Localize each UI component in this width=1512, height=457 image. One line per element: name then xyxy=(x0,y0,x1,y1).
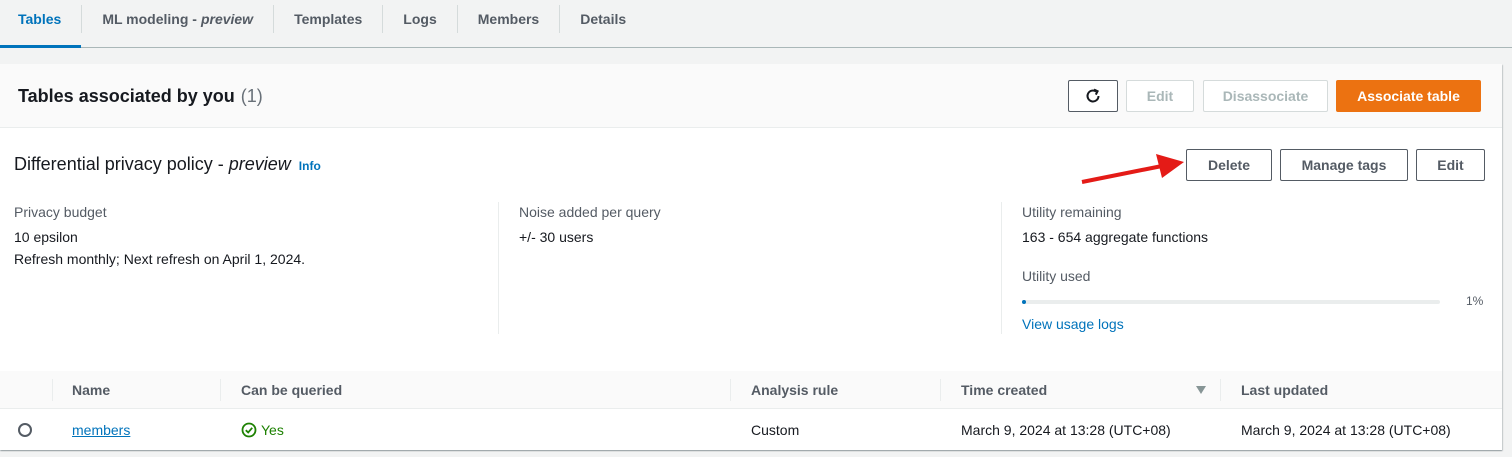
tab-ml-modeling-preview: preview xyxy=(200,11,254,27)
can-be-queried-cell: Yes xyxy=(241,422,284,438)
row-select-radio[interactable] xyxy=(18,423,32,437)
privacy-budget-amount: 10 epsilon xyxy=(14,229,78,245)
column-separator xyxy=(730,379,731,401)
column-header-time-created[interactable]: Time created xyxy=(961,382,1047,398)
column-separator xyxy=(220,379,221,401)
column-separator xyxy=(940,379,941,401)
utility-used-progress-bar xyxy=(1022,300,1440,304)
noise-section: Noise added per query +/- 30 users xyxy=(519,204,661,248)
tab-templates[interactable]: Templates xyxy=(274,0,382,38)
associate-table-button-label: Associate table xyxy=(1357,88,1460,104)
manage-tags-button-label: Manage tags xyxy=(1301,157,1387,173)
column-separator xyxy=(52,379,53,401)
tab-ml-modeling[interactable]: ML modeling - preview xyxy=(82,0,273,38)
analysis-rule-cell: Custom xyxy=(751,422,800,438)
column-header-name[interactable]: Name xyxy=(72,382,110,398)
can-be-queried-value: Yes xyxy=(261,422,284,438)
check-circle-icon xyxy=(241,422,257,438)
tab-members[interactable]: Members xyxy=(458,0,559,38)
privacy-budget-section: Privacy budget 10 epsilon Refresh monthl… xyxy=(14,204,305,270)
utility-used-label: Utility used xyxy=(1022,268,1091,284)
noise-value: +/- 30 users xyxy=(519,229,594,245)
tab-logs-label: Logs xyxy=(403,11,437,27)
manage-tags-button[interactable]: Manage tags xyxy=(1280,149,1408,181)
annotation-arrow-icon xyxy=(1081,154,1184,184)
edit-policy-button[interactable]: Edit xyxy=(1416,149,1485,181)
tab-details-label: Details xyxy=(580,11,627,27)
noise-label: Noise added per query xyxy=(519,204,661,220)
tab-logs[interactable]: Logs xyxy=(383,0,456,38)
disassociate-button[interactable]: Disassociate xyxy=(1203,80,1328,112)
column-separator xyxy=(1220,379,1221,401)
tab-tables-label: Tables xyxy=(18,11,62,27)
column-header-analysis-rule[interactable]: Analysis rule xyxy=(751,382,838,398)
policy-title-preview: preview xyxy=(228,154,291,174)
policy-title-text: Differential privacy policy - xyxy=(14,154,224,174)
tab-templates-label: Templates xyxy=(294,11,363,27)
utility-remaining-value: 163 - 654 aggregate functions xyxy=(1022,229,1209,245)
refresh-button[interactable] xyxy=(1068,80,1118,112)
edit-policy-button-label: Edit xyxy=(1437,157,1464,173)
column-header-last-updated[interactable]: Last updated xyxy=(1241,382,1328,398)
table-row: members Yes Custom March 9, 2024 at 13:2… xyxy=(0,410,1502,450)
panel-header: Tables associated by you (1) Edit Disasso… xyxy=(0,64,1502,128)
associate-table-button[interactable]: Associate table xyxy=(1336,80,1481,112)
tab-tables[interactable]: Tables xyxy=(0,0,82,48)
edit-table-button-label: Edit xyxy=(1146,88,1174,104)
policy-title: Differential privacy policy - preview Inf… xyxy=(14,154,321,175)
info-link[interactable]: Info xyxy=(299,159,321,173)
edit-table-button[interactable]: Edit xyxy=(1126,80,1194,112)
privacy-budget-value: 10 epsilon Refresh monthly; Next refresh… xyxy=(14,226,305,270)
tab-details[interactable]: Details xyxy=(560,0,646,38)
table-header: Name Can be queried Analysis rule Time c… xyxy=(0,371,1502,409)
privacy-budget-refresh: Refresh monthly; Next refresh on April 1… xyxy=(14,251,306,267)
tab-bar: Tables ML modeling - preview Templates Lo… xyxy=(0,0,1512,48)
view-usage-logs-link[interactable]: View usage logs xyxy=(1022,316,1124,332)
tables-panel: Tables associated by you (1) Edit Disasso… xyxy=(0,64,1502,450)
column-divider xyxy=(1001,202,1002,334)
delete-policy-button[interactable]: Delete xyxy=(1186,149,1272,181)
tab-members-label: Members xyxy=(477,11,540,27)
delete-policy-button-label: Delete xyxy=(1207,157,1251,173)
panel-count: (1) xyxy=(240,86,263,106)
last-updated-cell: March 9, 2024 at 13:28 (UTC+08) xyxy=(1241,422,1451,438)
utility-section: Utility remaining 163 - 654 aggregate fu… xyxy=(1022,204,1208,284)
refresh-icon xyxy=(1086,88,1100,103)
column-header-can-be-queried[interactable]: Can be queried xyxy=(241,382,342,398)
panel-title-text: Tables associated by you xyxy=(18,86,235,106)
time-created-cell: March 9, 2024 at 13:28 (UTC+08) xyxy=(961,422,1171,438)
panel-title: Tables associated by you (1) xyxy=(18,86,263,107)
disassociate-button-label: Disassociate xyxy=(1222,88,1309,104)
tab-ml-modeling-label: ML modeling - xyxy=(102,11,197,27)
table-name-link[interactable]: members xyxy=(72,422,130,438)
utility-used-progress-fill xyxy=(1022,300,1027,304)
privacy-budget-label: Privacy budget xyxy=(14,204,107,220)
utility-used-percent: 1% xyxy=(1466,294,1484,308)
utility-remaining-label: Utility remaining xyxy=(1022,204,1122,220)
sort-descending-icon[interactable] xyxy=(1195,385,1207,395)
column-divider xyxy=(498,202,499,334)
